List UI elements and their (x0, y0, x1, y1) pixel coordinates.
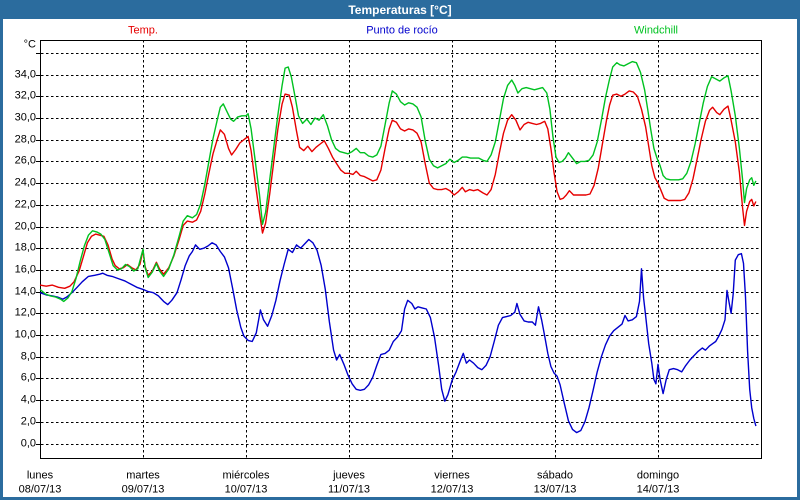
y-tick-label: 30,0 (15, 113, 36, 124)
day-name-label: miércoles (222, 471, 269, 482)
y-tick-label: 26,0 (15, 156, 36, 167)
y-tick-label: 24,0 (15, 178, 36, 189)
y-tick-label: 2,0 (21, 417, 36, 428)
y-tick-label: 10,0 (15, 330, 36, 341)
y-tick-label: 20,0 (15, 222, 36, 233)
plot-frame (41, 41, 762, 459)
day-date-label: 09/07/13 (122, 485, 165, 496)
day-name-label: lunes (27, 471, 53, 482)
y-tick-label: 28,0 (15, 135, 36, 146)
day-name-label: domingo (637, 471, 679, 482)
y-tick-label: 34,0 (15, 70, 36, 81)
app-window: Temperaturas [°C] Temp. Punto de rocío W… (0, 0, 800, 500)
y-tick-label: 22,0 (15, 200, 36, 211)
day-name-label: martes (126, 471, 160, 482)
series-line-punto-de-roc-o (40, 240, 756, 433)
temperature-chart (0, 0, 800, 500)
y-tick-label: 14,0 (15, 287, 36, 298)
y-tick-label: 18,0 (15, 243, 36, 254)
day-name-label: sábado (537, 471, 573, 482)
y-tick-label: 8,0 (21, 352, 36, 363)
day-date-label: 12/07/13 (431, 485, 474, 496)
day-date-label: 08/07/13 (19, 485, 62, 496)
series-line-temp- (40, 91, 756, 288)
y-tick-label: 0,0 (21, 439, 36, 450)
y-tick-label: 6,0 (21, 373, 36, 384)
day-date-label: 10/07/13 (225, 485, 268, 496)
day-date-label: 11/07/13 (328, 485, 370, 496)
y-tick-label: 12,0 (15, 308, 36, 319)
series-line-windchill (40, 62, 756, 302)
day-date-label: 14/07/13 (637, 485, 680, 496)
y-tick-label: 32,0 (15, 91, 36, 102)
day-date-label: 13/07/13 (534, 485, 577, 496)
day-name-label: viernes (434, 471, 469, 482)
y-tick-label: 16,0 (15, 265, 36, 276)
y-tick-label: 4,0 (21, 395, 36, 406)
day-name-label: jueves (333, 471, 365, 482)
